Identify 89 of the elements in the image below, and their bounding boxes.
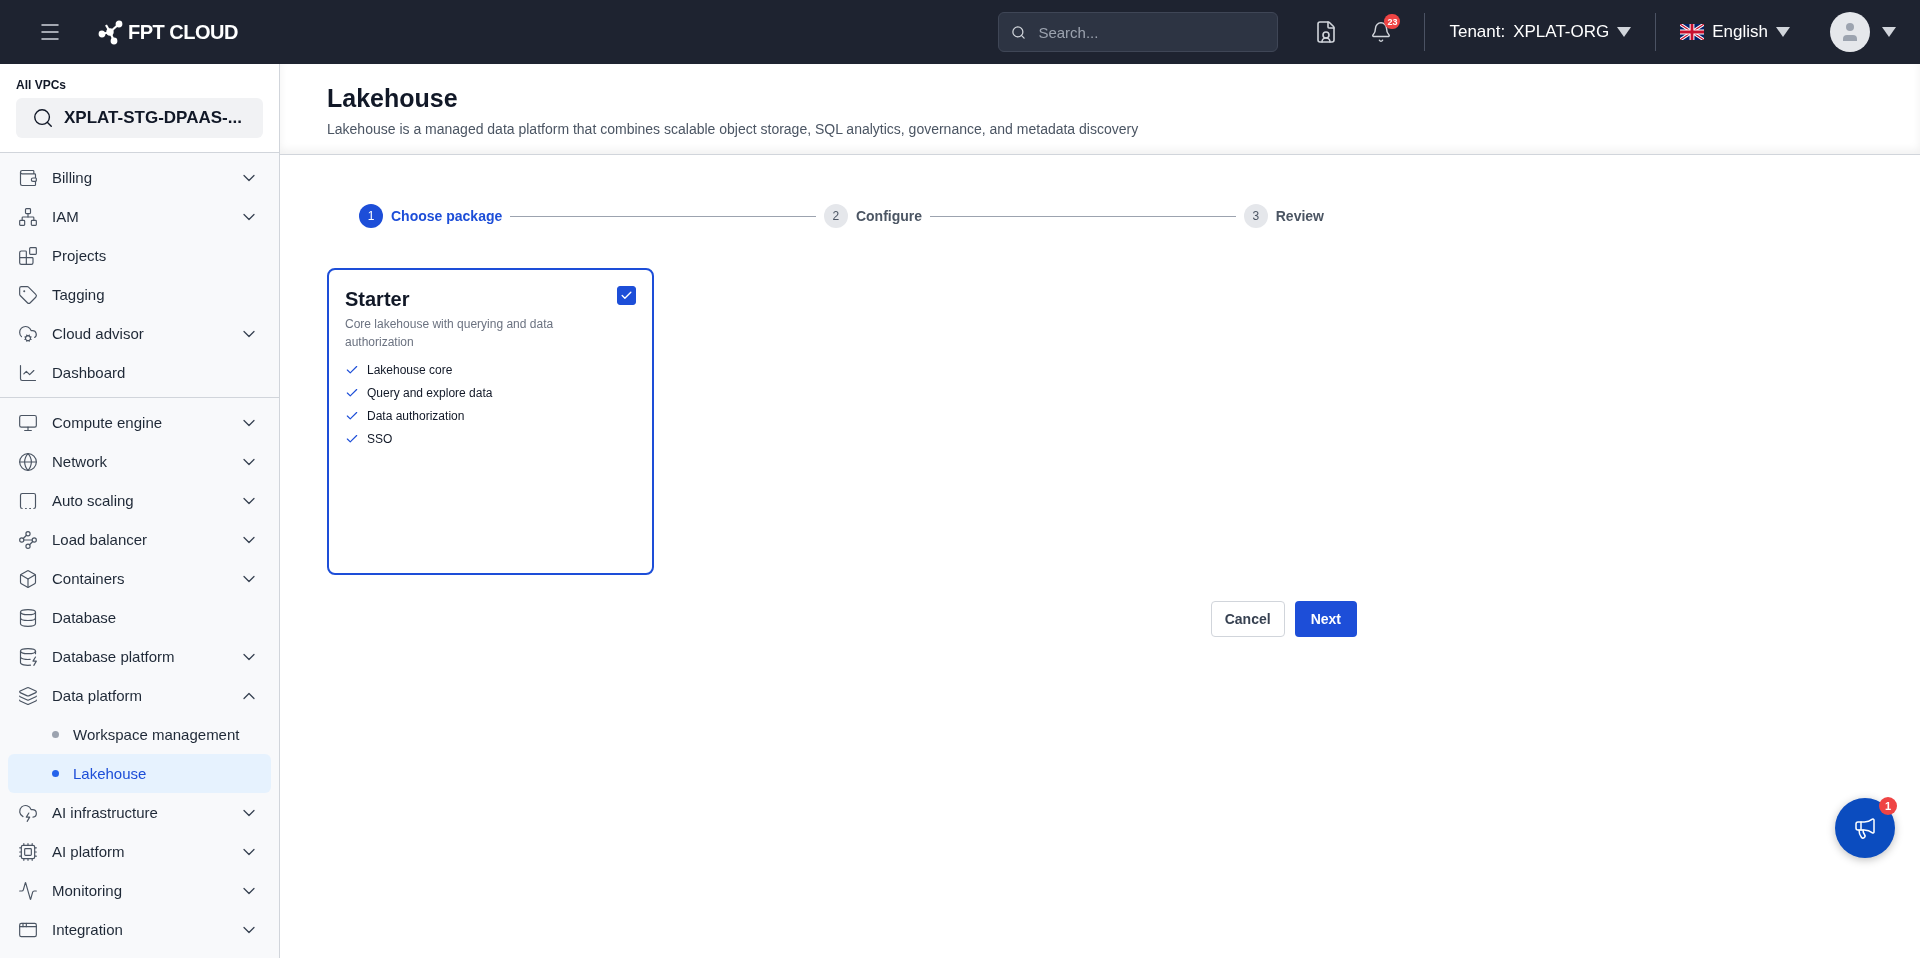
cloud-icon xyxy=(18,323,38,344)
vpc-selector[interactable]: XPLAT-STG-DPAAS-... xyxy=(16,98,263,138)
notification-button[interactable]: 23 xyxy=(1362,13,1401,51)
search-field[interactable]: Search... xyxy=(998,12,1279,52)
box-icon xyxy=(18,568,38,589)
megaphone-icon xyxy=(1853,816,1877,840)
search-icon xyxy=(32,107,54,129)
step-label: Configure xyxy=(855,208,923,224)
sidebar-item[interactable]: Billing xyxy=(0,158,279,197)
sidebar-subitem[interactable]: Workspace management xyxy=(8,715,271,754)
step-number: 1 xyxy=(359,204,383,228)
tenant-label: Tenant: xyxy=(1449,22,1506,42)
chip-icon xyxy=(18,841,38,862)
search-icon xyxy=(1011,24,1027,40)
layers-icon xyxy=(18,685,38,706)
next-button[interactable]: Next xyxy=(1294,601,1357,637)
step-number: 3 xyxy=(1243,204,1268,228)
language-label: English xyxy=(1712,22,1768,42)
sidebar-item[interactable]: Network xyxy=(0,442,279,481)
sidebar-item[interactable]: IAM xyxy=(0,197,279,236)
package-card[interactable]: Starter Core lakehouse with querying and data authorization Lakehouse core Query and explore data Data authorization SSO xyxy=(327,268,654,575)
wallet-icon xyxy=(18,167,38,188)
step-number: 2 xyxy=(823,204,848,228)
sidebar-item[interactable]: Database platform xyxy=(0,637,279,676)
avatar[interactable] xyxy=(1830,12,1870,52)
globe-icon xyxy=(18,451,38,472)
logo-text: FPT CLOUD xyxy=(128,20,238,44)
feature-text: Data authorization xyxy=(367,409,465,423)
monitor-icon xyxy=(18,412,38,433)
sidebar-item[interactable]: Database xyxy=(0,598,279,637)
sidebar-item[interactable]: AI infrastructure xyxy=(0,793,279,832)
package-description: Core lakehouse with querying and data authorization xyxy=(345,316,555,351)
step-label: Choose package xyxy=(391,208,503,224)
sidebar-item[interactable]: Load balancer xyxy=(0,520,279,559)
caret-icon xyxy=(1776,27,1790,37)
announcement-button[interactable]: 1 xyxy=(1835,798,1895,858)
bullet-icon xyxy=(52,770,59,777)
sidebar-item[interactable]: Auto scaling xyxy=(0,481,279,520)
feature-text: Lakehouse core xyxy=(367,363,453,377)
logo-icon xyxy=(98,19,124,45)
database-icon xyxy=(18,607,38,628)
flag-icon xyxy=(1680,24,1705,40)
sidebar-item[interactable]: Tagging xyxy=(0,275,279,314)
notification-count: 23 xyxy=(1384,14,1401,29)
vpc-label: All VPCs xyxy=(16,78,67,92)
announcement-count: 1 xyxy=(1879,797,1897,815)
language-selector[interactable]: English xyxy=(1680,22,1790,42)
sidebar-item[interactable]: Containers xyxy=(0,559,279,598)
sidebar-item[interactable]: AI platform xyxy=(0,832,279,871)
sidebar-item[interactable]: Compute engine xyxy=(0,403,279,442)
sidebar-item[interactable]: Dashboard xyxy=(0,353,279,392)
check-icon xyxy=(345,432,359,446)
sidebar-item[interactable]: Cloud advisor xyxy=(0,314,279,353)
tag-icon xyxy=(18,284,38,305)
step[interactable]: 1 Choose package xyxy=(359,204,503,228)
activity-icon xyxy=(18,880,38,901)
sidebar-subitem[interactable]: Lakehouse xyxy=(8,754,271,793)
package-title: Starter xyxy=(345,288,411,311)
check-icon xyxy=(345,409,359,423)
step[interactable]: 3 Review xyxy=(1243,204,1324,228)
page-title: Lakehouse xyxy=(327,84,459,113)
page-description: Lakehouse is a managed data platform that combines scalable object storage, SQL analytics, governance, and metadata discovery xyxy=(327,121,1140,137)
tenant-selector[interactable]: Tenant: XPLAT-ORG xyxy=(1449,22,1632,42)
vpc-name: XPLAT-STG-DPAAS-... xyxy=(64,108,242,128)
cloud-lightning-icon xyxy=(18,802,38,823)
check-icon xyxy=(620,289,633,302)
blocks-icon xyxy=(18,245,38,266)
bullet-icon xyxy=(52,731,59,738)
caret-icon xyxy=(1617,27,1632,37)
sidebar-item[interactable]: Projects xyxy=(0,236,279,275)
hierarchy-icon xyxy=(18,206,38,227)
sidebar-item[interactable]: Integration xyxy=(0,910,279,949)
check-icon xyxy=(345,363,359,377)
tenant-value: XPLAT-ORG xyxy=(1513,22,1610,42)
caret-icon[interactable] xyxy=(1882,27,1896,37)
sidebar-item[interactable]: Data platform xyxy=(0,676,279,715)
chart-icon xyxy=(18,362,38,383)
nodes-icon xyxy=(18,529,38,550)
checkbox[interactable] xyxy=(617,286,636,305)
step[interactable]: 2 Configure xyxy=(823,204,923,228)
sidebar-item[interactable]: Monitoring xyxy=(0,871,279,910)
feature-text: SSO xyxy=(367,432,393,446)
search-input[interactable]: Search... xyxy=(1036,22,1266,42)
database-icon xyxy=(18,646,38,667)
feature-text: Query and explore data xyxy=(367,386,493,400)
step-label: Review xyxy=(1275,208,1324,224)
check-icon xyxy=(345,386,359,400)
square-icon xyxy=(18,490,38,511)
cancel-button[interactable]: Cancel xyxy=(1210,601,1285,637)
